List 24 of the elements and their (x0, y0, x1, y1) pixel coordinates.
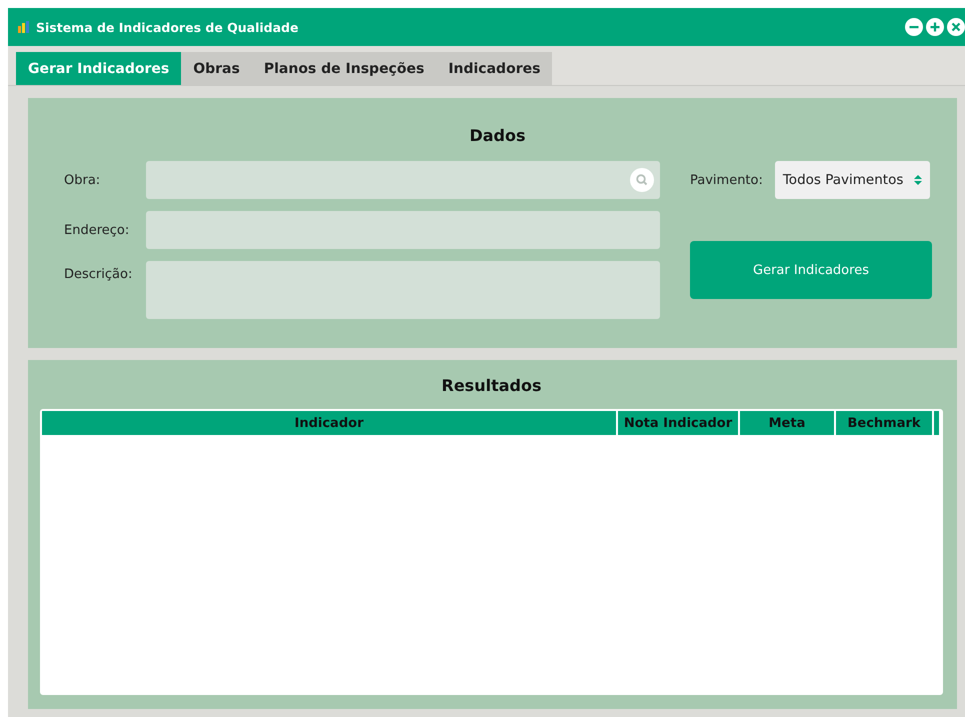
field-label: Obra: (64, 172, 102, 188)
column-header (934, 411, 939, 435)
input-field[interactable] (146, 211, 660, 249)
bar-chart-icon (18, 21, 30, 33)
maximize-icon[interactable] (926, 18, 944, 36)
search-icon[interactable] (630, 168, 654, 192)
generate-button[interactable]: Gerar Indicadores (690, 241, 932, 299)
column-header[interactable]: Indicador (42, 411, 616, 435)
field-label: Pavimento: (690, 172, 763, 188)
tab[interactable]: Gerar Indicadores (16, 52, 182, 85)
column-header[interactable]: Meta (740, 411, 834, 435)
spinner-icon (914, 174, 922, 186)
column-header[interactable]: Nota Indicador (618, 411, 738, 435)
column-header[interactable]: Bechmark (836, 411, 932, 435)
field-label: Endereço: (64, 222, 130, 238)
search-field[interactable] (146, 161, 660, 199)
field-label: Descrição: (64, 267, 134, 282)
section-title: Resultados (440, 376, 542, 395)
window-title: Sistema de Indicadores de Qualidade (36, 20, 298, 34)
section-title: Dados (468, 126, 527, 145)
dropdown[interactable]: Todos Pavimentos (774, 161, 930, 199)
text-area[interactable] (146, 261, 660, 319)
minimize-icon[interactable] (905, 18, 923, 36)
close-icon[interactable] (947, 18, 965, 36)
